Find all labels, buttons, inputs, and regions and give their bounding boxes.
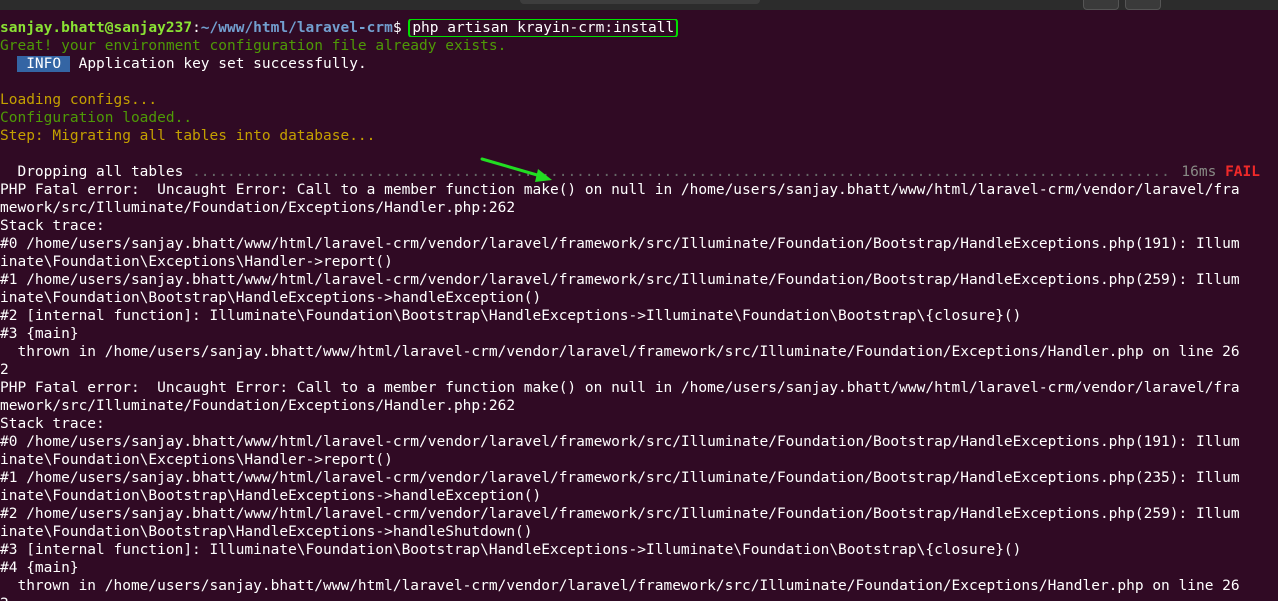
- info-line: INFO Application key set successfully.: [0, 55, 1278, 73]
- error-line: #0 /home/users/sanjay.bhatt/www/html/lar…: [0, 236, 1240, 252]
- dot-leader: ........................................…: [192, 164, 1173, 180]
- error-line: #3 [internal function]: Illuminate\Found…: [0, 542, 1022, 558]
- config-loaded-line: Configuration loaded..: [0, 110, 193, 126]
- info-badge: INFO: [17, 56, 70, 72]
- error-line: thrown in /home/users/sanjay.bhatt/www/h…: [0, 578, 1240, 594]
- error-line: #2 /home/users/sanjay.bhatt/www/html/lar…: [0, 506, 1240, 522]
- prompt-colon: :: [192, 20, 201, 36]
- info-message: Application key set successfully.: [69, 56, 367, 72]
- error-line: #1 /home/users/sanjay.bhatt/www/html/lar…: [0, 272, 1240, 288]
- error-line: inate\Foundation\Exceptions\Handler->rep…: [0, 452, 393, 468]
- window-search-button[interactable]: [1125, 0, 1161, 10]
- error-line: PHP Fatal error: Uncaught Error: Call to…: [0, 182, 1240, 198]
- window-menu-button[interactable]: [1083, 0, 1119, 10]
- error-line: Stack trace:: [0, 416, 105, 432]
- prompt-path: ~/www/html/laravel-crm: [200, 20, 393, 36]
- error-line: mework/src/Illuminate/Foundation/Excepti…: [0, 398, 516, 414]
- step-line: Step: Migrating all tables into database…: [0, 128, 376, 144]
- error-line: #3 {main}: [0, 326, 79, 342]
- loading-line: Loading configs...: [0, 92, 158, 108]
- error-line: #2 [internal function]: Illuminate\Found…: [0, 308, 1022, 324]
- prompt-symbol: $: [392, 20, 411, 36]
- error-line: #1 /home/users/sanjay.bhatt/www/html/lar…: [0, 470, 1240, 486]
- command-text: php artisan krayin-crm:install: [408, 19, 679, 37]
- error-line: 2: [0, 362, 9, 378]
- error-line: PHP Fatal error: Uncaught Error: Call to…: [0, 380, 1240, 396]
- error-line: inate\Foundation\Bootstrap\HandleExcepti…: [0, 290, 542, 306]
- error-line: inate\Foundation\Exceptions\Handler->rep…: [0, 254, 393, 270]
- prompt-user: sanjay.bhatt@sanjay237: [0, 20, 193, 36]
- drop-tables-status: FAIL: [1225, 164, 1260, 180]
- error-line: #0 /home/users/sanjay.bhatt/www/html/lar…: [0, 434, 1240, 450]
- drop-tables-time: 16ms: [1172, 164, 1226, 180]
- error-line: inate\Foundation\Bootstrap\HandleExcepti…: [0, 488, 542, 504]
- error-line: #4 {main}: [0, 560, 79, 576]
- terminal-output[interactable]: sanjay.bhatt@sanjay237:~/www/html/larave…: [0, 19, 1278, 601]
- window-titlebar: [0, 0, 1278, 10]
- drop-tables-line: Dropping all tables ....................…: [0, 163, 1278, 181]
- error-line: Stack trace:: [0, 218, 105, 234]
- drop-tables-label: Dropping all tables: [0, 164, 193, 180]
- error-line: mework/src/Illuminate/Foundation/Excepti…: [0, 200, 516, 216]
- env-message: Great! your environment configuration fi…: [0, 38, 507, 54]
- error-output: PHP Fatal error: Uncaught Error: Call to…: [0, 181, 1278, 601]
- error-line: 2: [0, 595, 1278, 601]
- window-title: [520, 0, 760, 4]
- error-line: thrown in /home/users/sanjay.bhatt/www/h…: [0, 344, 1240, 360]
- error-line: inate\Foundation\Bootstrap\HandleExcepti…: [0, 524, 533, 540]
- shell-prompt-line: sanjay.bhatt@sanjay237:~/www/html/larave…: [0, 19, 1278, 37]
